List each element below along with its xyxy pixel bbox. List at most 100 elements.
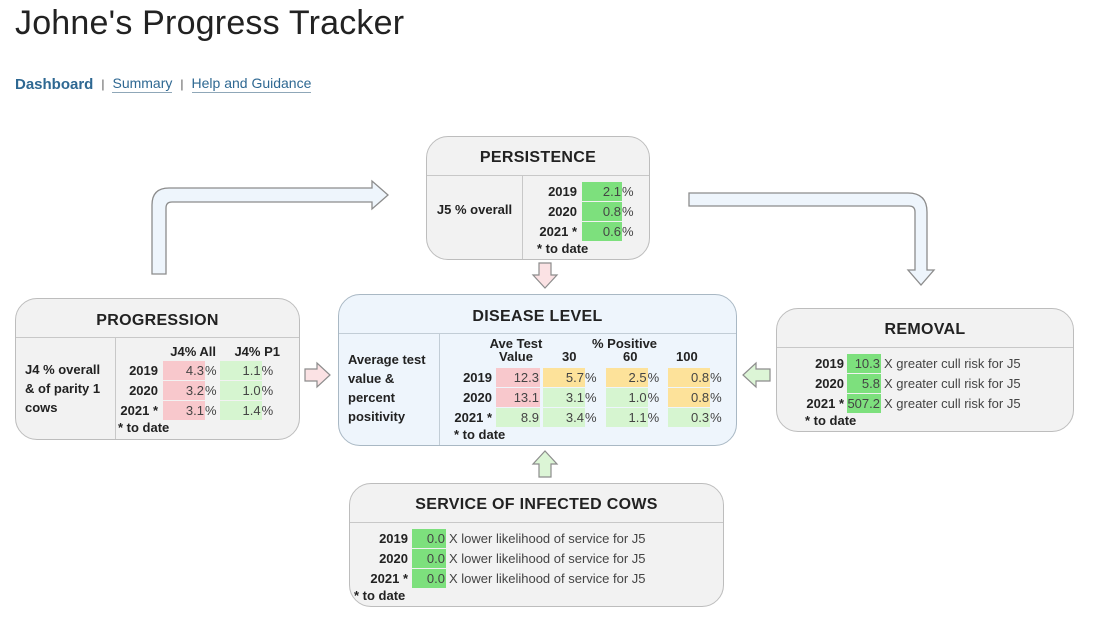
ave-cell: 8.9 [496, 407, 540, 427]
suffix-text: X lower likelihood of service for J5 [449, 530, 646, 546]
suffix-text: X lower likelihood of service for J5 [449, 570, 646, 586]
unit: % [205, 402, 217, 418]
table-row: 2020 13.1 3.1% 1.0% 0.8% [440, 387, 730, 407]
year-label: 2019 [815, 355, 844, 371]
value-cell: 1.4 [219, 400, 262, 420]
column-header-30: 30 [562, 349, 577, 364]
value-cell: 10.3 [847, 353, 881, 373]
value-cell: 0.6 [582, 221, 622, 241]
year-label: 2020 [548, 203, 577, 219]
unit: % [205, 362, 217, 378]
header-row: J4% All J4% P1 [116, 342, 280, 360]
service-card: SERVICE OF INFECTED COWS 2019 0.0 X lowe… [349, 483, 724, 607]
progression-card: PROGRESSION J4 % overall & of parity 1 c… [15, 298, 300, 440]
value-cell: 1.0 [219, 380, 262, 400]
table-row: 2020 3.2% 1.0% [116, 380, 280, 400]
label-line: & of parity 1 [25, 381, 101, 396]
table-row: 2020 0.8 % [523, 201, 634, 221]
value-cell: 3.1 [163, 400, 205, 420]
label-line: Average test [348, 352, 426, 367]
value-cell: 4.3 [163, 360, 205, 380]
value-cell: 507.2 [847, 393, 881, 413]
unit: % [710, 409, 722, 425]
pct-100-cell: 0.8 [668, 367, 711, 387]
to-date-note: * to date [354, 588, 406, 603]
year-label: 2020 [129, 382, 158, 398]
table-row: 2021 * 0.0 X lower likelihood of service… [350, 568, 723, 588]
column-header-100: 100 [676, 349, 698, 364]
unit: % [261, 402, 274, 418]
persistence-card: PERSISTENCE J5 % overall 2019 2.1 % 2020… [426, 136, 650, 260]
column-header: J4% P1 [234, 343, 280, 359]
header-line: Value [499, 349, 533, 364]
year-label: 2019 [379, 530, 408, 546]
unit: % [710, 389, 722, 405]
year-label: 2020 [379, 550, 408, 566]
unit: % [585, 369, 597, 385]
value-cell: 0.0 [412, 528, 446, 548]
unit: % [622, 183, 634, 199]
table-row: 2021 * 3.1% 1.4% [116, 400, 280, 420]
to-date-note: * to date [118, 420, 170, 435]
table-row: 2019 0.0 X lower likelihood of service f… [350, 528, 723, 548]
arrow-left-green-icon [742, 361, 771, 389]
ave-cell: 13.1 [496, 387, 540, 407]
unit: % [622, 203, 634, 219]
value-cell: 3.2 [163, 380, 205, 400]
year-label: 2020 [815, 375, 844, 391]
column-header-ave: Ave Test Value [485, 337, 547, 363]
suffix-text: X lower likelihood of service for J5 [449, 550, 646, 566]
unit: % [261, 362, 274, 378]
value-cell: 1.1 [219, 360, 262, 380]
table-row: 2021 * 8.9 3.4% 1.1% 0.3% [440, 407, 730, 427]
removal-card: REMOVAL 2019 10.3 X greater cull risk fo… [776, 308, 1074, 432]
unit: % [585, 389, 597, 405]
ave-cell: 12.3 [496, 367, 540, 387]
value-cell: 0.0 [412, 548, 446, 568]
label-line: cows [25, 400, 58, 415]
pct-60-cell: 1.1 [605, 407, 648, 427]
progression-title: PROGRESSION [16, 299, 299, 338]
to-date-note: * to date [454, 427, 506, 442]
pct-100-cell: 0.8 [668, 387, 711, 407]
value-cell: 0.0 [412, 568, 446, 588]
year-label: 2019 [129, 362, 158, 378]
arrow-down-pink-icon [531, 262, 559, 289]
column-header: J4% All [170, 343, 216, 359]
progression-label: J4 % overall & of parity 1 cows [16, 338, 116, 439]
table-row: 2020 0.0 X lower likelihood of service f… [350, 548, 723, 568]
persistence-title: PERSISTENCE [427, 137, 649, 176]
arrow-right-pink-icon [304, 361, 331, 389]
suffix-text: X greater cull risk for J5 [884, 395, 1021, 411]
table-row: 2019 12.3 5.7% 2.5% 0.8% [440, 367, 730, 387]
table-row: 2019 4.3% 1.1% [116, 360, 280, 380]
value-cell: 5.8 [847, 373, 881, 393]
pct-60-cell: 1.0 [605, 387, 648, 407]
table-row: 2021 * 507.2 X greater cull risk for J5 [777, 393, 1073, 413]
disease-level-label: Average test value & percent positivity [339, 334, 440, 445]
year-label: 2020 [463, 389, 492, 405]
elbow-arrow-down-icon [688, 192, 936, 286]
table-row: 2019 2.1 % [523, 181, 634, 201]
pct-60-cell: 2.5 [605, 367, 648, 387]
year-label: 2021 * [454, 409, 492, 425]
table-row: 2020 5.8 X greater cull risk for J5 [777, 373, 1073, 393]
to-date-note: * to date [537, 241, 589, 256]
pct-30-cell: 3.4 [543, 407, 585, 427]
disease-level-title: DISEASE LEVEL [339, 295, 736, 334]
pct-100-cell: 0.3 [668, 407, 711, 427]
persistence-label: J5 % overall [427, 176, 523, 259]
pct-30-cell: 5.7 [543, 367, 585, 387]
arrow-up-green-icon [531, 450, 559, 478]
unit: % [710, 369, 722, 385]
unit: % [622, 223, 634, 239]
year-label: 2021 * [539, 223, 577, 239]
to-date-note: * to date [805, 413, 857, 428]
disease-level-card: DISEASE LEVEL Average test value & perce… [338, 294, 737, 446]
unit: % [205, 382, 217, 398]
unit: % [647, 409, 660, 425]
column-header-60: 60 [623, 349, 638, 364]
year-label: 2021 * [120, 402, 158, 418]
table-row: 2021 * 0.6 % [523, 221, 634, 241]
service-title: SERVICE OF INFECTED COWS [350, 484, 723, 523]
